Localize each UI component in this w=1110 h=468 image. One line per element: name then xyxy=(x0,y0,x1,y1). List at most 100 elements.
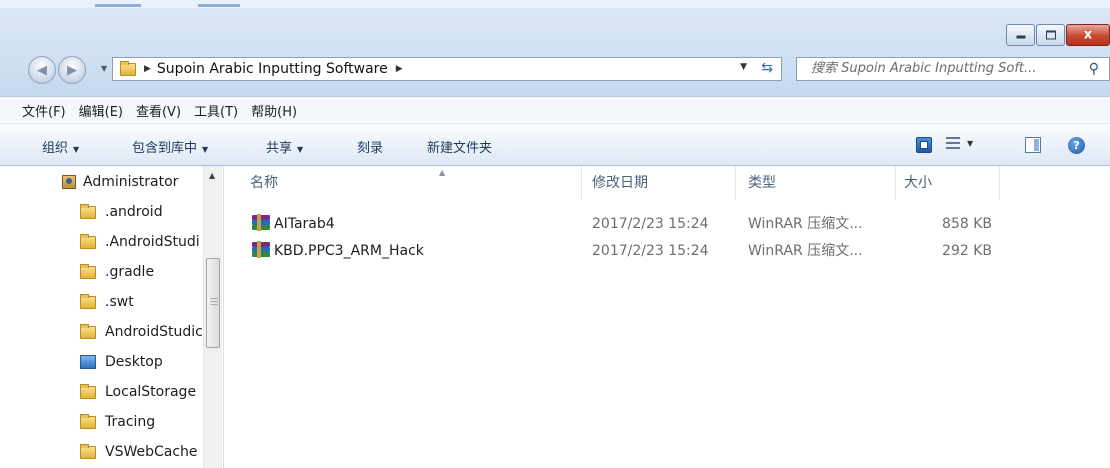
folder-icon xyxy=(80,443,96,459)
tree-item-label: .android xyxy=(105,204,163,220)
tree-item-label: .swt xyxy=(105,294,134,310)
close-button[interactable]: x xyxy=(1066,24,1110,46)
tree-item-label: LocalStorage xyxy=(105,384,197,400)
folder-icon xyxy=(80,263,96,279)
breadcrumb-chevron-icon[interactable]: ▶ xyxy=(144,64,151,74)
folder-icon xyxy=(80,383,96,399)
tree-item-label: VSWebCache xyxy=(105,444,198,460)
chevron-down-icon: ▼ xyxy=(297,145,304,154)
file-type: WinRAR 压缩文... xyxy=(748,243,863,259)
chevron-down-icon: ▼ xyxy=(73,145,80,154)
caption-buttons: x xyxy=(1005,24,1110,46)
menu-edit[interactable]: 编辑(E) xyxy=(79,101,123,120)
tree-item-label: Administrator xyxy=(83,174,179,190)
tree-item-label: .gradle xyxy=(105,264,155,280)
search-placeholder: 搜索 Supoin Arabic Inputting Soft... xyxy=(811,61,1037,76)
search-icon[interactable]: ⚲ xyxy=(1089,58,1099,80)
file-type: WinRAR 压缩文... xyxy=(748,216,863,232)
search-input[interactable]: 搜索 Supoin Arabic Inputting Soft... ⚲ xyxy=(796,57,1110,81)
minimize-button[interactable] xyxy=(1006,24,1035,46)
forward-arrow-icon: ▶ xyxy=(67,62,77,78)
refresh-icon[interactable]: ⇆ xyxy=(761,60,773,76)
winrar-archive-icon xyxy=(252,214,270,231)
user-folder-icon xyxy=(62,175,76,189)
desktop-icon xyxy=(80,355,96,369)
taskbar-strip xyxy=(0,0,1110,8)
share-button[interactable]: 共享 ▼ xyxy=(266,137,303,156)
tree-item-label: .AndroidStudi xyxy=(105,234,200,250)
tree-item-androidstudio-hidden[interactable]: .AndroidStudi xyxy=(80,227,203,257)
column-size-label: 大小 xyxy=(904,175,932,191)
file-name: AITarab4 xyxy=(274,216,335,232)
file-name-cell: AITarab4 xyxy=(252,213,335,235)
breadcrumb-current-folder[interactable]: Supoin Arabic Inputting Software xyxy=(157,61,388,77)
navigation-scrollbar[interactable]: ▲ — — — xyxy=(203,166,222,468)
view-options-dropdown-icon[interactable]: ▼ xyxy=(967,139,973,148)
column-name-label: 名称 xyxy=(250,175,278,191)
include-library-label: 包含到库中 xyxy=(132,141,198,156)
tree-item-label: AndroidStudic xyxy=(105,324,203,340)
maximize-button[interactable] xyxy=(1036,24,1065,46)
column-header-type[interactable]: 类型 xyxy=(740,166,896,200)
file-modified: 2017/2/23 15:24 xyxy=(592,216,709,232)
back-button[interactable]: ◀ xyxy=(28,56,56,84)
command-bar: 组织 ▼ 包含到库中 ▼ 共享 ▼ 刻录 新建文件夹 ▼ ? xyxy=(0,124,1110,166)
column-header-modified[interactable]: 修改日期 xyxy=(584,166,736,200)
column-header-name[interactable]: 名称 xyxy=(242,166,582,200)
organize-label: 组织 xyxy=(42,141,69,156)
maximize-icon xyxy=(1045,30,1056,40)
tree-item-label: Desktop xyxy=(105,354,163,370)
folder-icon xyxy=(120,60,136,76)
menu-help[interactable]: 帮助(H) xyxy=(251,101,297,120)
tree-item-androidstudio[interactable]: AndroidStudic xyxy=(80,317,203,347)
minimize-icon xyxy=(1016,32,1025,39)
folder-icon xyxy=(80,413,96,429)
grip-icon: — — — xyxy=(210,294,218,309)
organize-button[interactable]: 组织 ▼ xyxy=(42,137,79,156)
chevron-down-icon: ▼ xyxy=(202,145,209,154)
include-in-library-button[interactable]: 包含到库中 ▼ xyxy=(132,137,208,156)
file-name: KBD.PPC3_ARM_Hack xyxy=(274,243,424,259)
burn-button[interactable]: 刻录 xyxy=(357,137,383,156)
winrar-archive-icon xyxy=(252,241,270,258)
details-pane-icon[interactable] xyxy=(1025,137,1041,153)
new-folder-label: 新建文件夹 xyxy=(427,141,493,156)
column-type-label: 类型 xyxy=(748,175,776,191)
burn-label: 刻录 xyxy=(357,141,384,156)
folder-icon xyxy=(80,293,96,309)
file-size: 858 KB xyxy=(942,216,992,232)
column-header-size[interactable]: 大小 xyxy=(896,166,1000,200)
change-view-icon[interactable] xyxy=(946,137,962,153)
navigation-pane: Administrator .android .AndroidStudi .gr… xyxy=(0,166,224,468)
help-icon[interactable]: ? xyxy=(1068,137,1085,154)
forward-button[interactable]: ▶ xyxy=(58,56,86,84)
file-row[interactable]: AITarab4 2017/2/23 15:24 WinRAR 压缩文... 8… xyxy=(224,213,1110,235)
explorer-window: x ◀ ▶ ▼ ▶ Supoin Arabic Inputting Softwa… xyxy=(0,0,1110,468)
recent-pages-dropdown-icon[interactable]: ▼ xyxy=(101,64,107,73)
file-list: 名称 ▲ 修改日期 类型 大小 AITarab4 2017/2/23 15:24… xyxy=(224,166,1110,468)
file-size: 292 KB xyxy=(942,243,992,259)
back-arrow-icon: ◀ xyxy=(37,62,47,78)
file-modified: 2017/2/23 15:24 xyxy=(592,243,709,259)
scroll-up-icon[interactable]: ▲ xyxy=(209,171,215,180)
sort-ascending-icon: ▲ xyxy=(439,168,446,177)
preview-pane-icon[interactable] xyxy=(916,137,932,153)
scroll-thumb[interactable]: — — — xyxy=(206,258,220,348)
tree-item-label: Tracing xyxy=(105,414,156,430)
new-folder-button[interactable]: 新建文件夹 xyxy=(427,137,492,156)
close-icon: x xyxy=(1083,27,1093,43)
menu-file[interactable]: 文件(F) xyxy=(22,101,66,120)
address-history-dropdown-icon[interactable]: ▼ xyxy=(740,62,747,72)
menu-view[interactable]: 查看(V) xyxy=(136,101,181,120)
file-row[interactable]: KBD.PPC3_ARM_Hack 2017/2/23 15:24 WinRAR… xyxy=(224,240,1110,262)
menu-tools[interactable]: 工具(T) xyxy=(194,101,238,120)
folder-icon xyxy=(80,203,96,219)
address-bar[interactable]: ▶ Supoin Arabic Inputting Software ▶ ▼ ⇆ xyxy=(112,57,782,81)
folder-icon xyxy=(80,233,96,249)
menu-bar: 文件(F) 编辑(E) 查看(V) 工具(T) 帮助(H) xyxy=(0,96,1110,124)
file-name-cell: KBD.PPC3_ARM_Hack xyxy=(252,240,424,262)
breadcrumb-chevron-icon[interactable]: ▶ xyxy=(396,64,403,74)
column-modified-label: 修改日期 xyxy=(592,175,648,191)
folder-icon xyxy=(80,323,96,339)
navigation-bar: ◀ ▶ ▼ ▶ Supoin Arabic Inputting Software… xyxy=(0,52,1110,86)
